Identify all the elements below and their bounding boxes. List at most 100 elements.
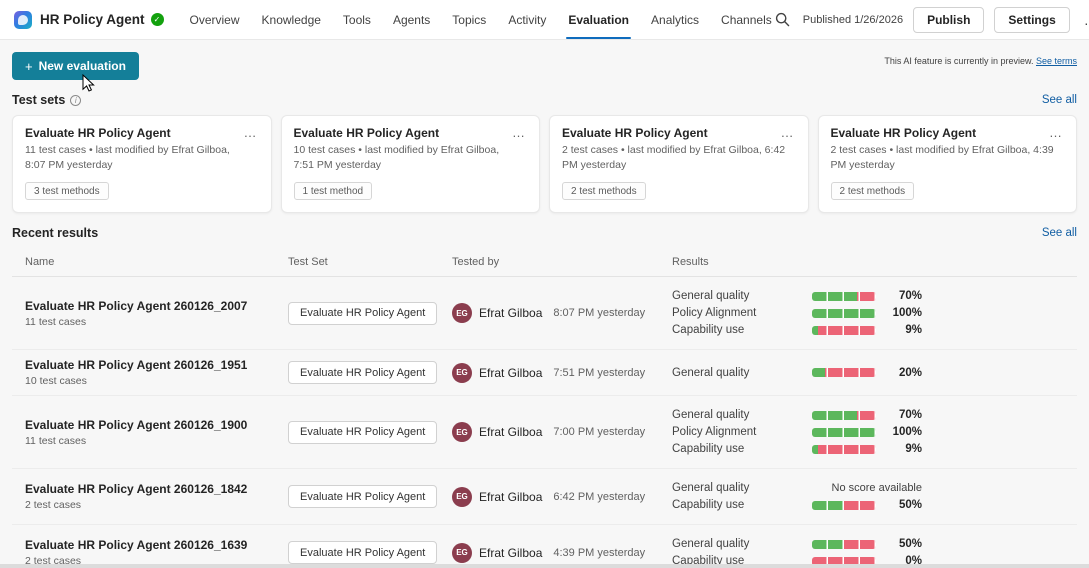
metric-row: Policy Alignment 100% (672, 426, 922, 438)
table-row[interactable]: Evaluate HR Policy Agent 260126_1842 2 t… (12, 469, 1077, 526)
test-set-chip[interactable]: Evaluate HR Policy Agent (288, 485, 438, 509)
test-sets-see-all-link[interactable]: See all (1042, 94, 1077, 106)
see-terms-link[interactable]: See terms (1036, 56, 1077, 66)
metrics: General quality 70% Policy Alignment 100% Ca… (672, 285, 922, 341)
test-set-card-meta: 10 test cases • last modified by Efrat G… (293, 144, 500, 172)
score-bar (812, 325, 876, 335)
card-more-icon[interactable]: … (510, 126, 527, 139)
nav-tab-agents[interactable]: Agents (393, 0, 430, 39)
metrics: General quality 20% (672, 362, 922, 384)
tester-time: 7:51 PM yesterday (553, 366, 646, 379)
test-sets-title: Test sets (12, 93, 66, 107)
results-table-body: Evaluate HR Policy Agent 260126_2007 11 … (12, 277, 1077, 568)
score-bar (812, 539, 876, 549)
tester-time: 8:07 PM yesterday (553, 307, 646, 320)
result-name: Evaluate HR Policy Agent 260126_1900 (25, 417, 248, 432)
nav-tab-topics[interactable]: Topics (452, 0, 486, 39)
nav-tab-tools[interactable]: Tools (343, 0, 371, 39)
nav-tab-evaluation[interactable]: Evaluation (566, 0, 631, 39)
tester-name: Efrat Gilboa (479, 365, 543, 380)
test-set-card-meta: 2 test cases • last modified by Efrat Gi… (830, 144, 1054, 172)
preview-notice: This AI feature is currently in preview.… (884, 56, 1077, 66)
results-table-header: Name Test Set Tested by Results (12, 248, 1077, 278)
metric-value: 9% (905, 443, 922, 456)
result-subtext: 11 test cases (25, 434, 87, 447)
test-set-card[interactable]: Evaluate HR Policy Agent … 10 test cases… (280, 115, 540, 214)
metric-label: Policy Alignment (672, 307, 757, 320)
recent-results-title: Recent results (12, 226, 99, 241)
test-set-card[interactable]: Evaluate HR Policy Agent … 11 test cases… (12, 115, 272, 214)
metric-value: 100% (892, 426, 922, 439)
score-bar (812, 368, 876, 378)
test-set-card[interactable]: Evaluate HR Policy Agent … 2 test cases … (817, 115, 1077, 214)
table-row[interactable]: Evaluate HR Policy Agent 260126_1639 2 t… (12, 525, 1077, 568)
column-header-test-set: Test Set (288, 256, 328, 269)
metric-value: 70% (898, 409, 922, 422)
settings-button[interactable]: Settings (994, 6, 1070, 33)
tester-name: Efrat Gilboa (479, 489, 543, 504)
metric-row: Capability use 9% (672, 324, 922, 336)
test-set-card-title: Evaluate HR Policy Agent (25, 126, 171, 140)
metrics: General quality 50% Capability use 0% (672, 533, 922, 568)
table-row[interactable]: Evaluate HR Policy Agent 260126_2007 11 … (12, 277, 1077, 351)
score-bar (812, 500, 876, 510)
table-row[interactable]: Evaluate HR Policy Agent 260126_1951 10 … (12, 350, 1077, 397)
metric-value: 20% (898, 366, 922, 379)
nav-tab-analytics[interactable]: Analytics (651, 0, 699, 39)
tester-name: Efrat Gilboa (479, 425, 543, 440)
test-set-cards: Evaluate HR Policy Agent … 11 test cases… (12, 115, 1077, 214)
tester-avatar: EG (452, 362, 472, 383)
result-subtext: 2 test cases (25, 499, 82, 512)
column-header-tested-by: Tested by (452, 256, 500, 269)
result-subtext: 11 test cases (25, 315, 87, 328)
metric-value: 9% (905, 324, 922, 337)
test-set-card-title: Evaluate HR Policy Agent (293, 126, 440, 140)
top-nav: Overview Knowledge Tools Agents Topics Activi… (190, 0, 772, 39)
more-options-button[interactable]: … (1080, 10, 1089, 30)
app-title: HR Policy Agent (40, 12, 145, 27)
score-bar (812, 444, 876, 454)
recent-results-heading: Recent results (12, 226, 98, 240)
metric-value: 100% (892, 307, 922, 320)
test-set-chip[interactable]: Evaluate HR Policy Agent (288, 301, 438, 325)
test-set-chip[interactable]: Evaluate HR Policy Agent (288, 420, 438, 444)
metrics: General quality No score available Capabil… (672, 477, 922, 516)
test-set-chip[interactable]: Evaluate HR Policy Agent (288, 541, 438, 565)
metric-label: Capability use (672, 443, 745, 456)
test-set-chip[interactable]: Evaluate HR Policy Agent (288, 361, 438, 385)
metric-row: Capability use 9% (672, 443, 922, 455)
result-name: Evaluate HR Policy Agent 260126_1639 (25, 538, 248, 553)
nav-tab-knowledge[interactable]: Knowledge (262, 0, 321, 39)
tester-name: Efrat Gilboa (479, 545, 543, 560)
metric-label: General quality (672, 482, 750, 495)
search-icon[interactable] (772, 9, 793, 30)
plus-icon: + (25, 58, 33, 74)
test-set-card[interactable]: Evaluate HR Policy Agent … 2 test cases … (549, 115, 809, 214)
score-bar (812, 308, 876, 318)
card-more-icon[interactable]: … (1047, 126, 1064, 139)
no-score-text: No score available (831, 482, 923, 495)
metric-row: General quality 20% (672, 367, 922, 379)
new-evaluation-label: New evaluation (38, 59, 126, 73)
info-icon[interactable]: i (70, 94, 82, 106)
metric-row: General quality 50% (672, 538, 922, 550)
nav-tab-activity[interactable]: Activity (508, 0, 546, 39)
evaluation-page: + New evaluation This AI feature is curr… (0, 40, 1089, 568)
metric-row: Policy Alignment 100% (672, 307, 922, 319)
nav-tab-channels[interactable]: Channels (721, 0, 772, 39)
nav-tab-overview[interactable]: Overview (190, 0, 240, 39)
metric-value: 50% (898, 499, 922, 512)
card-more-icon[interactable]: … (779, 126, 796, 139)
tester-time: 7:00 PM yesterday (553, 426, 646, 439)
score-bar (812, 410, 876, 420)
app-logo-icon[interactable] (14, 10, 32, 29)
tester-name: Efrat Gilboa (479, 306, 543, 321)
metric-label: Policy Alignment (672, 426, 757, 439)
score-bar (812, 291, 876, 301)
publish-button[interactable]: Publish (913, 6, 985, 33)
metric-label: Capability use (672, 499, 745, 512)
new-evaluation-button[interactable]: + New evaluation (12, 52, 139, 80)
table-row[interactable]: Evaluate HR Policy Agent 260126_1900 11 … (12, 396, 1077, 470)
recent-results-see-all-link[interactable]: See all (1042, 227, 1077, 239)
card-more-icon[interactable]: … (242, 126, 259, 139)
